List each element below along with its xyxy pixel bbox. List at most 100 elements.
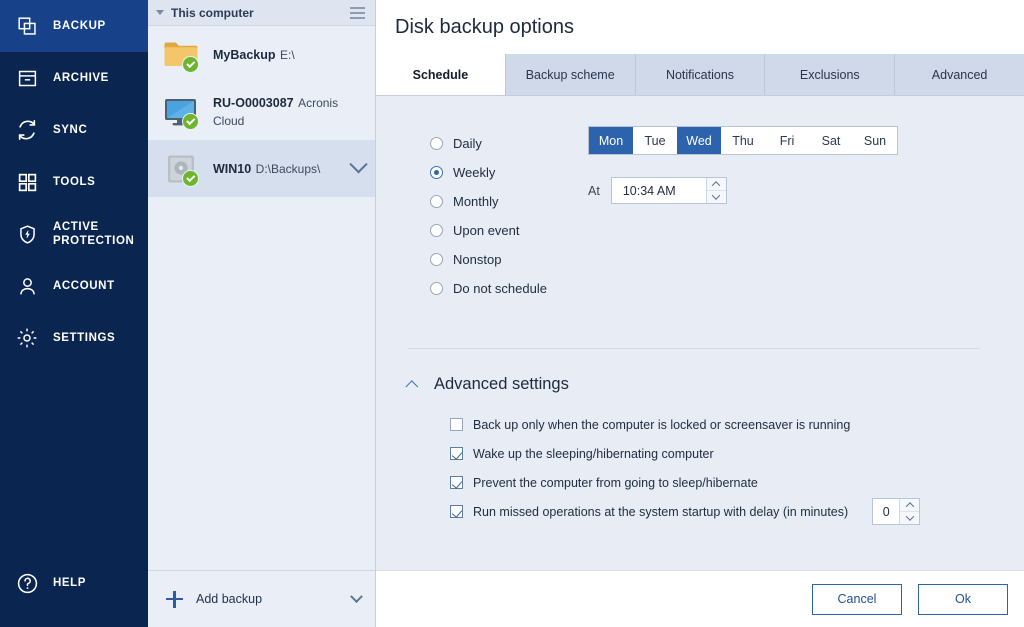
list-item[interactable]: MyBackup E:\ bbox=[148, 26, 375, 83]
weekday-fri[interactable]: Fri bbox=[765, 127, 809, 154]
list-item[interactable]: WIN10 D:\Backups\ bbox=[148, 140, 375, 197]
weekday-thu[interactable]: Thu bbox=[721, 127, 765, 154]
radio-label: Weekly bbox=[453, 165, 496, 180]
delay-decrement-button[interactable] bbox=[900, 511, 920, 524]
list-item-destination: D:\Backups\ bbox=[255, 161, 321, 176]
sidebar-item-active-protection[interactable]: ACTIVE PROTECTION bbox=[0, 208, 148, 260]
delay-stepper-buttons bbox=[899, 499, 920, 524]
checkbox-row-locked-or-screensaver[interactable]: Back up only when the computer is locked… bbox=[450, 410, 1002, 439]
list-item-destination: E:\ bbox=[279, 47, 295, 62]
tab-advanced[interactable]: Advanced bbox=[894, 54, 1024, 95]
list-item-name: RU-O0003087 bbox=[213, 95, 294, 110]
sidebar-item-help[interactable]: HELP bbox=[0, 557, 148, 609]
time-increment-button[interactable] bbox=[706, 178, 726, 191]
checkbox-label: Wake up the sleeping/hibernating compute… bbox=[473, 446, 714, 461]
tab-label: Backup scheme bbox=[525, 67, 615, 82]
add-backup-button[interactable]: Add backup bbox=[148, 570, 375, 627]
radio-nonstop[interactable]: Nonstop bbox=[430, 245, 558, 274]
checkbox-row-run-missed[interactable]: Run missed operations at the system star… bbox=[450, 497, 1002, 526]
radio-upon-event[interactable]: Upon event bbox=[430, 216, 558, 245]
sidebar-item-tools[interactable]: TOOLS bbox=[0, 156, 148, 208]
checkbox-indicator bbox=[450, 418, 463, 431]
tab-exclusions[interactable]: Exclusions bbox=[764, 54, 895, 95]
weekday-sat[interactable]: Sat bbox=[809, 127, 853, 154]
delay-increment-button[interactable] bbox=[900, 499, 920, 512]
weekday-label: Sun bbox=[863, 133, 887, 148]
weekday-selector: Mon Tue Wed Thu Fri Sat Sun bbox=[588, 126, 898, 155]
sidebar-item-label: ACCOUNT bbox=[53, 279, 115, 292]
person-icon bbox=[14, 273, 40, 299]
sidebar-item-sync[interactable]: SYNC bbox=[0, 104, 148, 156]
weekday-label: Fri bbox=[779, 133, 795, 148]
weekday-tue[interactable]: Tue bbox=[633, 127, 677, 154]
add-backup-label: Add backup bbox=[196, 592, 263, 606]
triangle-down-icon[interactable] bbox=[156, 10, 164, 15]
checkbox-row-wake-up[interactable]: Wake up the sleeping/hibernating compute… bbox=[450, 439, 1002, 468]
sidebar-item-backup[interactable]: BACKUP bbox=[0, 0, 148, 52]
tab-notifications[interactable]: Notifications bbox=[634, 54, 765, 95]
time-stepper: 10:34 AM bbox=[610, 177, 727, 204]
radio-label: Daily bbox=[453, 136, 482, 151]
harddisk-icon bbox=[162, 151, 200, 187]
sidebar-item-settings[interactable]: SETTINGS bbox=[0, 312, 148, 364]
caret-up-icon bbox=[712, 180, 721, 190]
radio-daily[interactable]: Daily bbox=[430, 129, 558, 158]
sidebar-item-archive[interactable]: ARCHIVE bbox=[0, 52, 148, 104]
delay-input[interactable]: 0 bbox=[873, 499, 900, 524]
radio-monthly[interactable]: Monthly bbox=[430, 187, 558, 216]
list-item-text: RU-O0003087 Acronis Cloud bbox=[213, 94, 365, 130]
chevron-down-icon[interactable] bbox=[350, 589, 363, 603]
checkbox-label: Run missed operations at the system star… bbox=[473, 504, 849, 519]
checkbox-row-prevent-sleep[interactable]: Prevent the computer from going to sleep… bbox=[450, 468, 1002, 497]
at-label: At bbox=[588, 183, 600, 198]
checkbox-indicator bbox=[450, 505, 463, 518]
radio-label: Monthly bbox=[453, 194, 499, 209]
cancel-button[interactable]: Cancel bbox=[812, 583, 902, 615]
time-decrement-button[interactable] bbox=[706, 190, 726, 203]
weekday-label: Mon bbox=[598, 133, 624, 148]
checkbox-label: Back up only when the computer is locked… bbox=[473, 417, 851, 432]
tab-label: Schedule bbox=[412, 67, 469, 82]
advanced-settings-toggle[interactable]: Advanced settings bbox=[398, 375, 1002, 394]
status-ok-badge bbox=[182, 169, 199, 187]
sidebar-item-label: ARCHIVE bbox=[53, 71, 109, 84]
backup-list-title: This computer bbox=[171, 5, 254, 20]
tab-bar: Schedule Backup scheme Notifications Exc… bbox=[376, 54, 1024, 96]
schedule-controls: Mon Tue Wed Thu Fri Sat Sun At 10:34 AM bbox=[558, 126, 1002, 303]
radio-indicator bbox=[430, 195, 443, 208]
main-sidebar: BACKUP ARCHIVE SYNC TOOLS ACTIVE PROTECT… bbox=[0, 0, 148, 627]
tab-label: Exclusions bbox=[799, 67, 860, 82]
sidebar-item-label: HELP bbox=[53, 576, 87, 589]
checkbox-indicator bbox=[450, 476, 463, 489]
ok-button-label: Ok bbox=[955, 592, 971, 606]
radio-indicator bbox=[430, 137, 443, 150]
sync-arrows-icon bbox=[14, 117, 40, 143]
monitor-icon bbox=[162, 94, 200, 130]
question-circle-icon bbox=[14, 570, 40, 596]
advanced-settings-list: Back up only when the computer is locked… bbox=[398, 410, 1002, 526]
weekday-sun[interactable]: Sun bbox=[853, 127, 897, 154]
sidebar-item-account[interactable]: ACCOUNT bbox=[0, 260, 148, 312]
weekday-wed[interactable]: Wed bbox=[677, 127, 721, 154]
tab-backup-scheme[interactable]: Backup scheme bbox=[504, 54, 635, 95]
time-input[interactable]: 10:34 AM bbox=[611, 178, 706, 203]
chevron-down-icon[interactable] bbox=[349, 155, 368, 174]
tab-schedule[interactable]: Schedule bbox=[376, 54, 505, 95]
page-header: Disk backup options bbox=[376, 0, 1024, 54]
radio-label: Upon event bbox=[453, 223, 520, 238]
ok-button[interactable]: Ok bbox=[918, 583, 1008, 615]
list-item-text: WIN10 D:\Backups\ bbox=[213, 160, 339, 178]
caret-up-icon bbox=[905, 501, 914, 511]
sidebar-item-label: ACTIVE PROTECTION bbox=[53, 220, 135, 247]
plus-icon bbox=[166, 590, 183, 608]
weekday-mon[interactable]: Mon bbox=[589, 127, 633, 154]
radio-do-not-schedule[interactable]: Do not schedule bbox=[430, 274, 558, 303]
radio-weekly[interactable]: Weekly bbox=[430, 158, 558, 187]
radio-indicator bbox=[430, 282, 443, 295]
list-item-text: MyBackup E:\ bbox=[213, 46, 365, 64]
radio-label: Nonstop bbox=[453, 252, 502, 267]
weekday-label: Tue bbox=[644, 133, 666, 148]
list-item[interactable]: RU-O0003087 Acronis Cloud bbox=[148, 83, 375, 140]
hamburger-icon[interactable] bbox=[350, 6, 365, 19]
